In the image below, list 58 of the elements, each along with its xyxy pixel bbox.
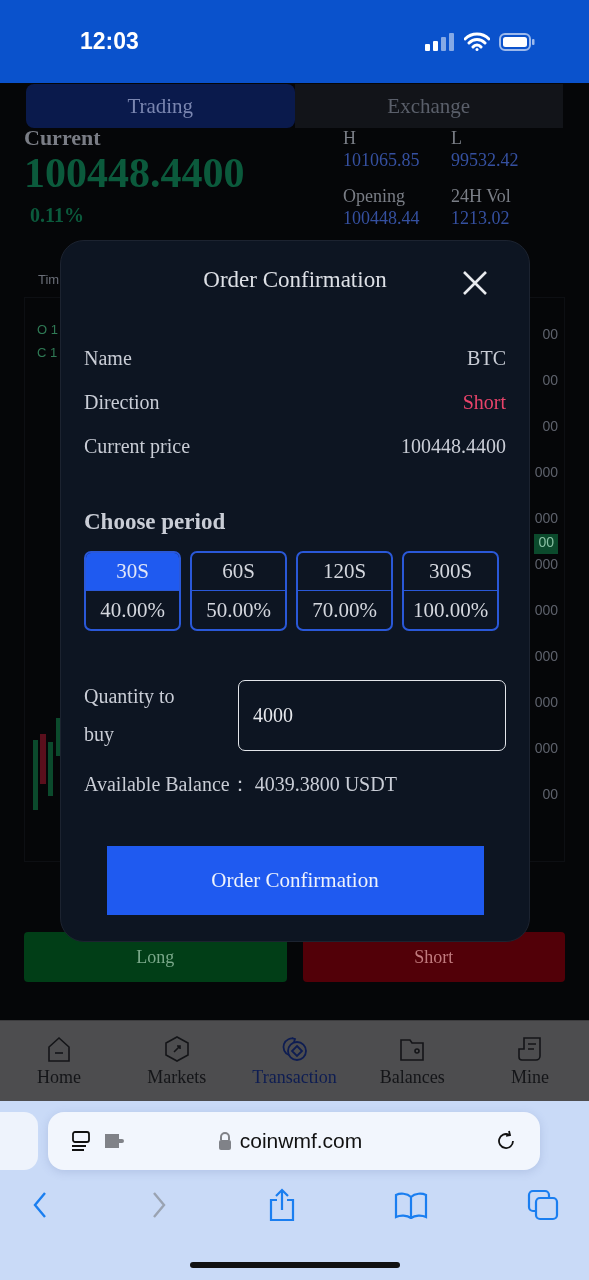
axis-label: 000 bbox=[534, 740, 558, 758]
axis-label: 000 bbox=[534, 464, 558, 482]
close-icon[interactable] bbox=[462, 270, 488, 296]
axis-label: 00 bbox=[542, 418, 558, 436]
address-bar[interactable]: coinwmf.com bbox=[48, 1112, 540, 1170]
wifi-icon bbox=[464, 32, 490, 51]
period-option[interactable]: 30S 40.00% bbox=[84, 551, 181, 631]
hexagon-icon bbox=[162, 1034, 191, 1063]
field-value: Short bbox=[462, 390, 506, 415]
lock-icon bbox=[217, 1132, 232, 1150]
field-value: 100448.4400 bbox=[401, 434, 506, 459]
period-option[interactable]: 300S 100.00% bbox=[402, 551, 499, 631]
axis-label: 00 bbox=[542, 786, 558, 804]
stat-label: L bbox=[451, 128, 463, 148]
axis-label: 000 bbox=[534, 556, 558, 574]
axis-label: 000 bbox=[534, 510, 558, 528]
current-label: Current bbox=[24, 128, 102, 148]
ohlc-text: O 1 bbox=[37, 322, 58, 337]
url-text: coinwmf.com bbox=[239, 1129, 363, 1153]
balance-text: Available Balance： 4039.3800 USDT bbox=[84, 772, 398, 797]
battery-icon bbox=[499, 32, 535, 51]
tab[interactable]: Trading bbox=[26, 84, 295, 128]
stat-value: 101065.85 bbox=[343, 149, 421, 172]
field-label: Name bbox=[84, 346, 132, 371]
time-label: Tim bbox=[38, 272, 60, 287]
confirm-button[interactable]: Order Confirmation bbox=[106, 846, 484, 915]
period-option[interactable]: 60S 50.00% bbox=[190, 551, 287, 631]
signal-icon bbox=[425, 32, 455, 51]
stat-label: 24H Vol bbox=[451, 186, 512, 206]
current-price: 100448.4400 bbox=[24, 149, 245, 198]
share-icon[interactable] bbox=[267, 1188, 296, 1222]
field-label: Current price bbox=[84, 434, 191, 459]
ohlc-text: C 1 bbox=[37, 345, 58, 360]
quantity-field[interactable]: 4000 bbox=[238, 679, 506, 751]
tab[interactable]: Exchange bbox=[294, 84, 563, 128]
stat-value: 99532.42 bbox=[451, 149, 520, 172]
dialog-title: Order Confirmation bbox=[203, 267, 387, 293]
puzzle-icon bbox=[104, 1132, 126, 1150]
axis-label: 00 bbox=[534, 534, 558, 554]
price-change: 0.11% bbox=[29, 204, 85, 227]
axis-label: 000 bbox=[534, 694, 558, 712]
axis-label: 00 bbox=[542, 372, 558, 390]
axis-label: 000 bbox=[534, 648, 558, 666]
status-time: 12:03 bbox=[80, 28, 139, 55]
axis-label: 000 bbox=[534, 602, 558, 620]
reader-icon bbox=[70, 1130, 92, 1152]
tabs-icon[interactable] bbox=[527, 1189, 559, 1221]
stat-label: Opening bbox=[343, 186, 406, 206]
stat-label: H bbox=[343, 128, 357, 148]
section-title: Choose period bbox=[84, 509, 227, 535]
stat-value: 100448.44 bbox=[343, 207, 421, 230]
book-icon[interactable] bbox=[394, 1191, 429, 1219]
period-option[interactable]: 120S 70.00% bbox=[296, 551, 393, 631]
field-label: Direction bbox=[84, 390, 160, 415]
field-value: BTC bbox=[467, 346, 506, 371]
quantity-label: Quantity to buy bbox=[84, 684, 176, 748]
axis-label: 00 bbox=[542, 326, 558, 344]
stat-value: 1213.02 bbox=[451, 207, 511, 230]
